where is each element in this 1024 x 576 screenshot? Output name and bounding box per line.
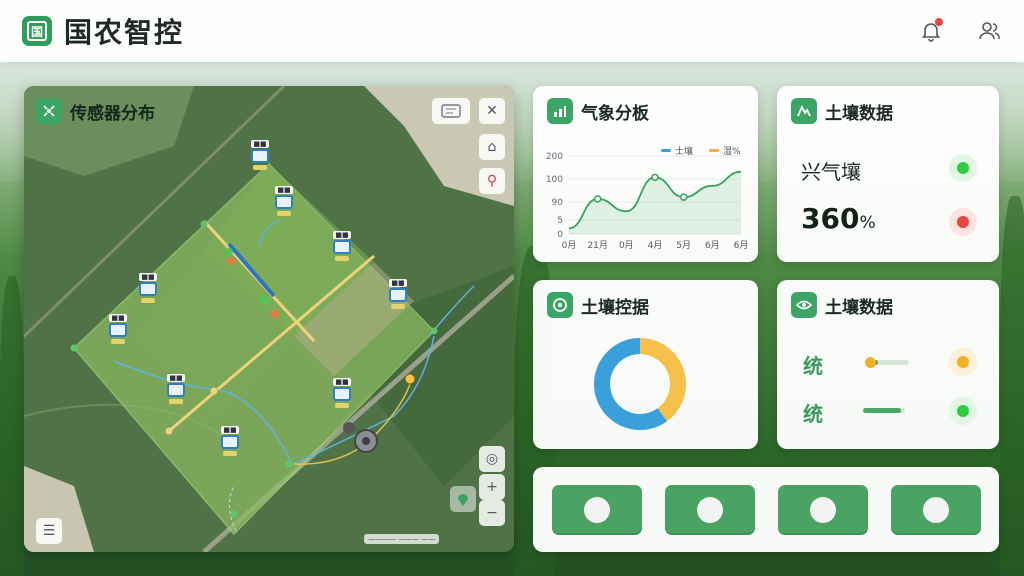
sensor-marker[interactable]: ■■: [164, 374, 188, 404]
x-tick-label: 4月: [648, 240, 663, 251]
slider-knob[interactable]: [865, 357, 876, 368]
map-scale: ———— ——— ——: [364, 534, 440, 544]
sensor-marker[interactable]: ■■: [330, 378, 354, 408]
y-tick-label: 5: [557, 216, 563, 226]
status-indicator-green: [949, 397, 977, 425]
control-button-1[interactable]: [552, 485, 642, 535]
eye-icon: [791, 292, 817, 318]
y-tick-label: 200: [546, 152, 563, 162]
x-tick-label: 5月: [676, 240, 691, 251]
y-tick-label: 100: [546, 175, 563, 185]
soil-slider-card: 土壤数据 统 统: [777, 280, 999, 449]
layers-button[interactable]: [432, 98, 470, 124]
pin-icon[interactable]: ⚲: [479, 168, 505, 194]
x-tick-label: 6月: [705, 240, 720, 251]
x-tick-label: 0月: [562, 240, 577, 251]
sensor-map-panel[interactable]: 传感器分布 ✕ ⌂ ⚲ ◎ + − ☰ ———— ——— —— ■■ ■■ ■■…: [24, 86, 514, 552]
sensor-marker[interactable]: ■■: [106, 314, 130, 344]
status-indicator-green: [949, 154, 977, 182]
map-panel-title: 传感器分布: [70, 103, 155, 124]
sensor-marker[interactable]: ■■: [136, 273, 160, 303]
y-tick-label: 0: [557, 230, 563, 240]
home-icon[interactable]: ⌂: [479, 134, 505, 160]
x-tick-label: 21月: [587, 240, 607, 251]
control-panel: [533, 467, 999, 552]
zoom-out-button[interactable]: −: [479, 500, 505, 526]
soil-icon: [791, 98, 817, 124]
soil-row-label: 兴气壤: [801, 160, 861, 184]
sensor-marker[interactable]: ■■: [218, 426, 242, 456]
close-icon[interactable]: ✕: [479, 98, 505, 124]
x-tick-label: 6月: [734, 240, 749, 251]
sensor-marker[interactable]: ■■: [248, 140, 272, 170]
zoom-in-button[interactable]: +: [479, 474, 505, 500]
control-button-2[interactable]: [665, 485, 755, 535]
soil-value: 360%: [801, 202, 876, 235]
status-indicator-red: [949, 208, 977, 236]
status-indicator-amber: [949, 348, 977, 376]
data-point: [593, 195, 602, 203]
data-point: [651, 173, 659, 182]
bell-icon[interactable]: [918, 18, 944, 44]
sensor-marker[interactable]: ■■: [386, 279, 410, 309]
sensor-marker[interactable]: ■■: [330, 231, 354, 261]
locate-icon[interactable]: ◎: [479, 446, 505, 472]
soil-data-card: 土壤数据 兴气壤 360%: [777, 86, 999, 262]
app-header: 国 国农智控: [0, 0, 1024, 62]
soil-slider-2[interactable]: [863, 408, 905, 413]
data-point: [679, 193, 688, 201]
user-icon[interactable]: [976, 18, 1002, 44]
soil-item-label: 统: [803, 354, 823, 378]
donut-chart: [594, 338, 686, 430]
sensor-marker[interactable]: ■■: [272, 186, 296, 216]
control-button-3[interactable]: [778, 485, 868, 535]
notification-dot: [935, 18, 943, 26]
y-tick-label: 90: [552, 198, 564, 208]
weather-line-chart: 20010090500月 21月 0月 4月 5月 6月 6月: [546, 152, 749, 251]
map-settings-icon[interactable]: ☰: [36, 518, 62, 544]
soil-item-label: 统: [803, 402, 823, 426]
soil-slider-1[interactable]: [865, 357, 909, 368]
soil-data-title: 土壤数据: [825, 103, 893, 124]
control-button-4[interactable]: [891, 485, 981, 535]
soil-slider-title: 土壤数据: [825, 297, 893, 318]
app-logo: 国: [22, 16, 52, 46]
weather-card: 气象分板 士壤 湿% 200 100 90 5 0 0月 21月 0月 4月 5月 6月 6月: [533, 86, 758, 262]
soil-control-card: 土壤控据: [533, 280, 758, 449]
donut-slice: [594, 338, 668, 430]
marker-icon[interactable]: [450, 486, 476, 512]
donut-slice: [639, 338, 686, 422]
sensor-icon: [36, 98, 62, 124]
app-title: 国农智控: [64, 16, 185, 49]
x-tick-label: 0月: [619, 240, 634, 251]
